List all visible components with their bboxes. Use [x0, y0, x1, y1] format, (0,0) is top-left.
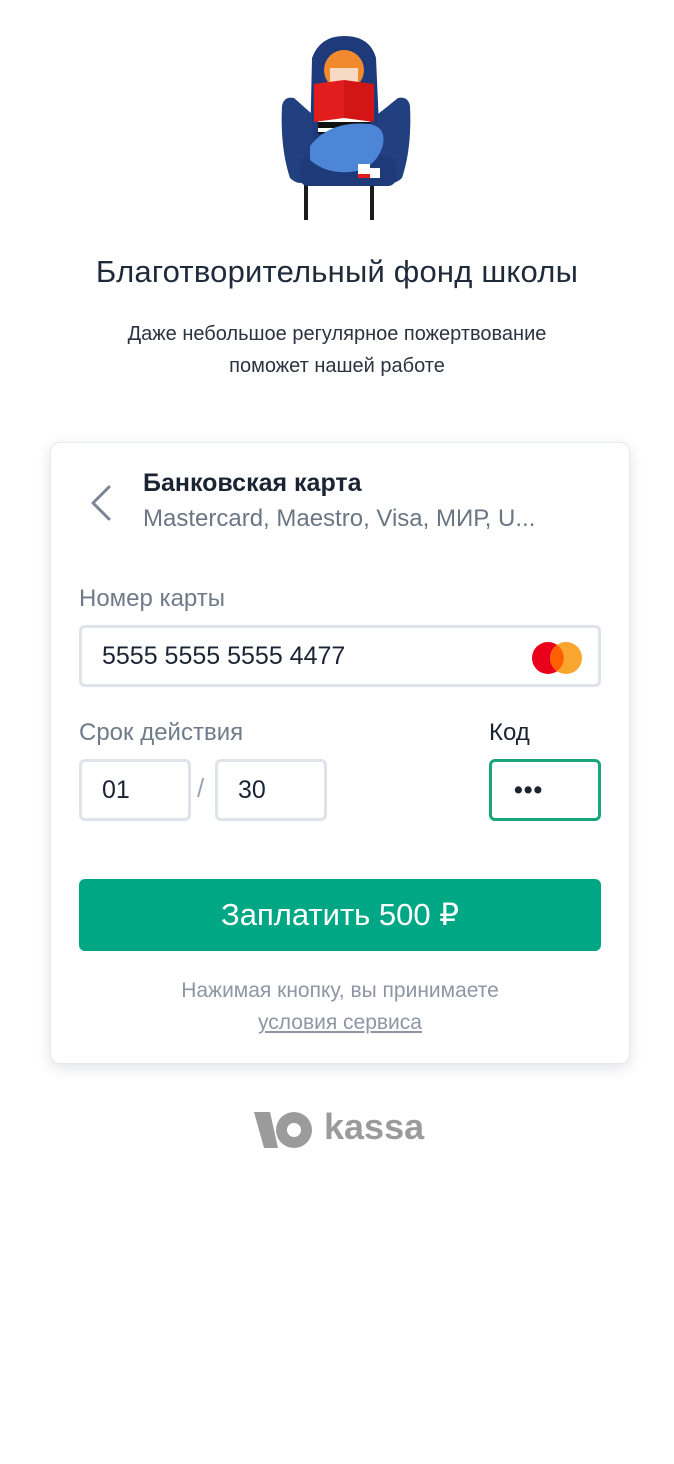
subtitle-line-1: Даже небольшое регулярное пожертвование [127, 323, 547, 345]
yookassa-logo: kassa [252, 1104, 432, 1156]
subtitle-line-2: поможет нашей работе [229, 355, 445, 377]
payment-method-title: Банковская карта [143, 469, 362, 497]
terms-notice: Нажимая кнопку, вы принимаете условия се… [51, 975, 629, 1039]
expiry-year-value: 30 [238, 775, 266, 804]
code-label: Код [489, 719, 530, 746]
expiry-separator: / [197, 773, 205, 803]
expiry-year-input[interactable]: 30 [215, 759, 327, 821]
expiry-month-value: 01 [102, 775, 130, 804]
page-title: Благотворительный фонд школы [95, 254, 579, 289]
card-number-label: Номер карты [79, 585, 225, 612]
logo-text: kassa [324, 1106, 425, 1147]
expiry-month-input[interactable]: 01 [79, 759, 191, 821]
pay-button[interactable]: Заплатить 500 ₽ [79, 879, 601, 951]
cvc-input[interactable]: ••• [489, 759, 601, 821]
child-reading-illustration [281, 36, 411, 220]
payment-method-subtitle: Mastercard, Maestro, Visa, МИР, U... [143, 505, 536, 532]
cvc-value: ••• [514, 775, 544, 804]
yoomoney-logo-icon [254, 1112, 312, 1148]
terms-text: Нажимая кнопку, вы принимаете [181, 979, 499, 1002]
page-subtitle: Даже небольшое регулярное пожертвование … [80, 318, 594, 382]
expiry-label: Срок действия [79, 719, 244, 746]
mastercard-icon [532, 642, 582, 674]
chevron-left-icon[interactable] [87, 483, 113, 523]
payment-card: Банковская карта Mastercard, Maestro, Vi… [50, 442, 630, 1064]
card-number-value: 5555 5555 5555 4477 [102, 641, 346, 670]
terms-link[interactable]: условия сервиса [258, 1011, 422, 1034]
card-number-input[interactable]: 5555 5555 5555 4477 [79, 625, 601, 687]
